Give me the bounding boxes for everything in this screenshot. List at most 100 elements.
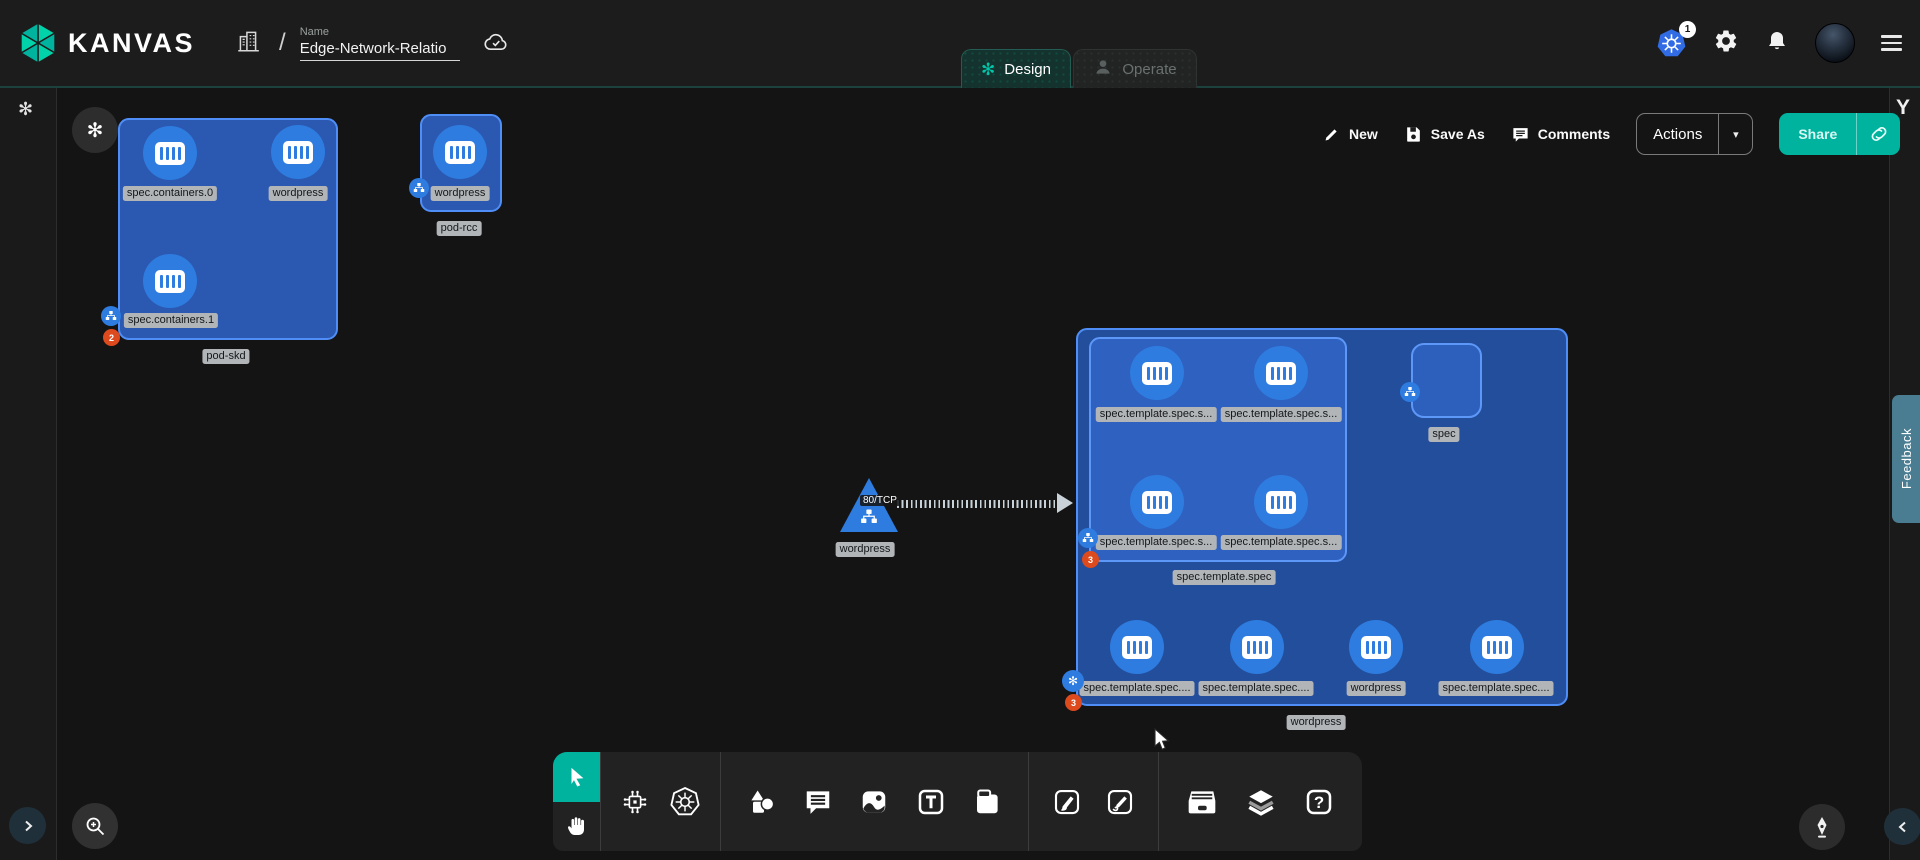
toolbar-annotation-group	[720, 752, 1028, 851]
new-button[interactable]: New	[1322, 125, 1378, 144]
comments-label: Comments	[1538, 126, 1610, 142]
node-label: spec	[1428, 427, 1459, 442]
image-tool-button[interactable]	[859, 787, 889, 817]
cursor-arrow-icon	[566, 766, 588, 788]
group-label: pod-rcc	[437, 221, 482, 236]
note-icon	[972, 787, 1002, 817]
user-avatar[interactable]	[1815, 23, 1855, 63]
container-node[interactable]	[1254, 475, 1308, 529]
container-node[interactable]	[1130, 475, 1184, 529]
count-badge[interactable]: 2	[103, 329, 120, 346]
zoom-search-button[interactable]	[72, 803, 118, 849]
group-label: wordpress	[1287, 715, 1346, 730]
container-node[interactable]	[1470, 620, 1524, 674]
container-node-spec-containers-0[interactable]	[143, 126, 197, 180]
group-spec-template-spec[interactable]	[1089, 337, 1347, 562]
tab-design[interactable]: ✻ Design	[961, 49, 1071, 88]
shapes-button[interactable]	[747, 787, 777, 817]
node-label: wordpress	[269, 186, 328, 201]
layers-icon	[1245, 786, 1277, 818]
note-tool-button[interactable]	[972, 787, 1002, 817]
left-sidebar	[0, 88, 57, 860]
copy-link-icon[interactable]	[1856, 113, 1900, 155]
node-label: spec.template.spec....	[1199, 681, 1314, 696]
feedback-tab[interactable]: Feedback	[1892, 395, 1920, 523]
count-badge[interactable]: 3	[1082, 551, 1099, 568]
share-split-button[interactable]: Share	[1779, 113, 1900, 155]
hierarchy-badge-icon[interactable]	[409, 178, 429, 198]
canvas-widgets-button[interactable]: ✻	[72, 107, 118, 153]
save-as-label: Save As	[1431, 126, 1485, 142]
hamburger-menu-icon[interactable]	[1881, 35, 1902, 51]
comment-tool-button[interactable]	[803, 787, 833, 817]
kubernetes-context-icon[interactable]: 1	[1656, 28, 1687, 59]
network-edge[interactable]	[897, 500, 1059, 508]
save-as-button[interactable]: Save As	[1404, 125, 1485, 144]
brand-wordmark: KANVAS	[68, 28, 195, 59]
comments-button[interactable]: Comments	[1511, 125, 1610, 144]
container-icon	[1482, 636, 1512, 659]
hierarchy-badge-icon[interactable]	[1078, 528, 1098, 548]
text-icon	[916, 787, 946, 817]
drawer-archive-button[interactable]	[1186, 786, 1218, 818]
toolbar-components-group	[600, 752, 720, 851]
share-label[interactable]: Share	[1779, 113, 1856, 155]
design-actions-bar: New Save As Comments Actions ▾ Share	[1322, 112, 1900, 156]
comment-icon	[1511, 125, 1530, 144]
hierarchy-badge-icon[interactable]	[101, 306, 121, 326]
container-node-wordpress[interactable]	[271, 125, 325, 179]
kubernetes-components-button[interactable]	[669, 786, 701, 818]
pen-path-icon	[1052, 787, 1082, 817]
select-tool-button[interactable]	[553, 752, 600, 802]
count-badge[interactable]: 3	[1065, 694, 1082, 711]
tab-operate[interactable]: Operate	[1073, 49, 1197, 88]
node-label: spec.template.spec....	[1080, 681, 1195, 696]
container-node[interactable]	[1230, 620, 1284, 674]
container-node[interactable]	[1254, 346, 1308, 400]
container-node[interactable]	[1349, 620, 1403, 674]
design-name-input[interactable]: Edge-Network-Relatio	[300, 40, 460, 61]
container-icon	[1142, 362, 1172, 385]
edge-arrowhead-icon	[1057, 493, 1073, 513]
toolbar-misc-group: ?	[1158, 752, 1361, 851]
mouse-cursor	[1152, 728, 1174, 752]
settings-gear-icon[interactable]	[1713, 28, 1739, 59]
text-tool-button[interactable]	[916, 787, 946, 817]
deployment-badge-icon[interactable]: ✻	[1062, 670, 1084, 692]
notifications-bell-icon[interactable]	[1765, 28, 1789, 59]
layers-button[interactable]	[1245, 786, 1277, 818]
node-label: spec.template.spec.s...	[1096, 535, 1217, 550]
pan-tool-button[interactable]	[553, 802, 600, 852]
node-label: spec.template.spec.s...	[1221, 407, 1342, 422]
design-name-field[interactable]: Name Edge-Network-Relatio	[300, 26, 460, 61]
node-spec[interactable]	[1411, 343, 1482, 418]
hierarchy-badge-icon[interactable]	[1400, 382, 1420, 402]
left-rail-expand-button[interactable]	[9, 807, 46, 844]
pen-path-tool-button[interactable]	[1052, 787, 1082, 817]
container-icon	[155, 270, 185, 293]
canvas-toolbar: ?	[553, 752, 1362, 851]
actions-label[interactable]: Actions	[1637, 114, 1718, 154]
tab-design-label: Design	[1004, 61, 1051, 78]
container-node-spec-containers-1[interactable]	[143, 254, 197, 308]
node-label: wordpress	[1347, 681, 1406, 696]
organization-icon[interactable]	[235, 28, 261, 59]
container-node-wordpress[interactable]	[433, 125, 487, 179]
container-node[interactable]	[1110, 620, 1164, 674]
kanvas-logo-icon[interactable]	[18, 21, 58, 65]
comment-icon	[803, 787, 833, 817]
node-label: wordpress	[431, 186, 490, 201]
mesh-components-button[interactable]	[620, 787, 650, 817]
actions-split-button[interactable]: Actions ▾	[1636, 113, 1753, 155]
freehand-draw-tool-button[interactable]	[1105, 787, 1135, 817]
whiteboarding-button[interactable]	[1799, 804, 1845, 850]
network-icon	[859, 508, 879, 526]
right-rail-expand-button[interactable]	[1884, 808, 1920, 845]
help-button[interactable]: ?	[1304, 787, 1334, 817]
group-label: pod-skd	[202, 349, 249, 364]
left-rail-spiral-icon[interactable]: ✻	[18, 99, 33, 120]
container-node[interactable]	[1130, 346, 1184, 400]
container-icon	[1122, 636, 1152, 659]
drawer-icon	[1186, 786, 1218, 818]
actions-caret-icon[interactable]: ▾	[1718, 114, 1752, 154]
